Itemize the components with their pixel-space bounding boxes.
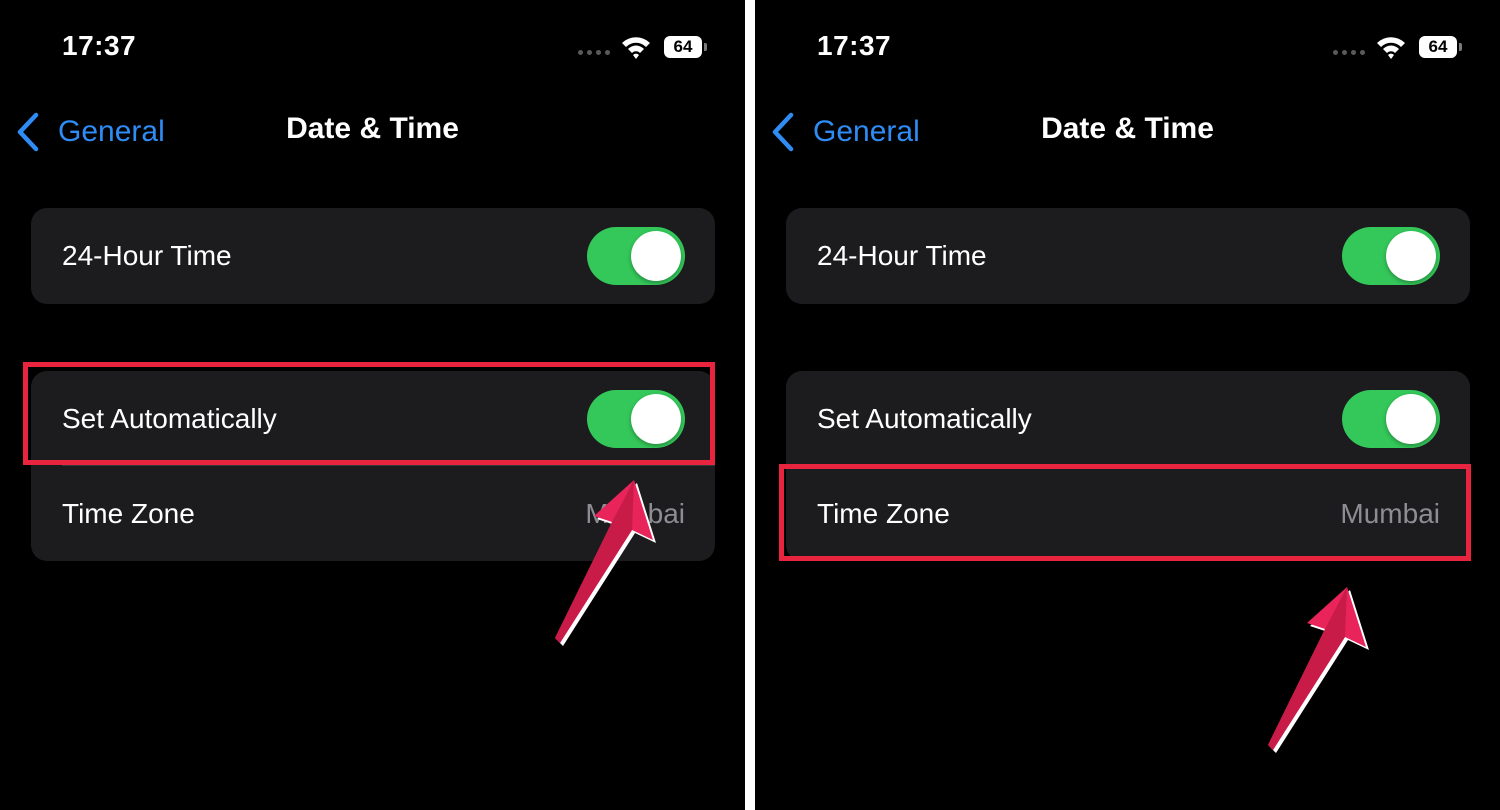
cellular-signal-icon: [1333, 50, 1367, 56]
wifi-icon: [622, 37, 650, 59]
row-label: Time Zone: [817, 497, 950, 529]
row-label: 24-Hour Time: [817, 240, 987, 271]
cellular-signal-icon: [578, 50, 612, 56]
wifi-icon: [1377, 37, 1405, 59]
settings-group-format: 24-Hour Time: [31, 208, 715, 304]
battery-level: 64: [673, 37, 693, 56]
toggle-24-hour-time[interactable]: [587, 227, 685, 285]
row-set-automatically[interactable]: Set Automatically: [786, 371, 1470, 466]
toggle-knob: [631, 393, 681, 444]
row-label: Set Automatically: [62, 402, 277, 434]
status-indicators: 64: [1333, 33, 1468, 63]
time-zone-value: Mumbai: [1340, 497, 1440, 529]
settings-group-format: 24-Hour Time: [786, 208, 1470, 304]
row-time-zone[interactable]: Time Zone Mumbai: [31, 466, 715, 561]
settings-group-time-zone: Set Automatically Time Zone Mumbai: [786, 371, 1470, 561]
row-label: 24-Hour Time: [62, 240, 232, 271]
screenshot-left: 17:37 64 General Date & Time 24-Hour Tim…: [0, 0, 745, 810]
row-24-hour-time[interactable]: 24-Hour Time: [31, 208, 715, 304]
toggle-knob: [631, 231, 681, 281]
screenshot-right: 17:37 64 General Date & Time 24-Hour Tim…: [755, 0, 1500, 810]
toggle-set-automatically[interactable]: [587, 389, 685, 448]
toggle-set-automatically[interactable]: [1342, 389, 1440, 448]
annotation-arrow-icon: [1268, 587, 1369, 753]
page-title: Date & Time: [1041, 112, 1214, 145]
row-set-automatically[interactable]: Set Automatically: [31, 371, 715, 466]
battery-icon: 64: [664, 36, 707, 58]
battery-icon: 64: [1419, 36, 1462, 58]
toggle-24-hour-time[interactable]: [1342, 227, 1440, 285]
page-title: Date & Time: [286, 112, 459, 145]
row-24-hour-time[interactable]: 24-Hour Time: [786, 208, 1470, 304]
battery-level: 64: [1428, 37, 1448, 56]
toggle-knob: [1386, 231, 1436, 281]
settings-group-time-zone: Set Automatically Time Zone Mumbai: [31, 371, 715, 561]
row-label: Time Zone: [62, 497, 195, 529]
status-indicators: 64: [578, 33, 713, 63]
status-time: 17:37: [817, 30, 892, 61]
status-time: 17:37: [62, 30, 137, 61]
row-label: Set Automatically: [817, 402, 1032, 434]
row-time-zone[interactable]: Time Zone Mumbai: [786, 466, 1470, 561]
toggle-knob: [1386, 393, 1436, 444]
time-zone-value: Mumbai: [585, 497, 685, 529]
